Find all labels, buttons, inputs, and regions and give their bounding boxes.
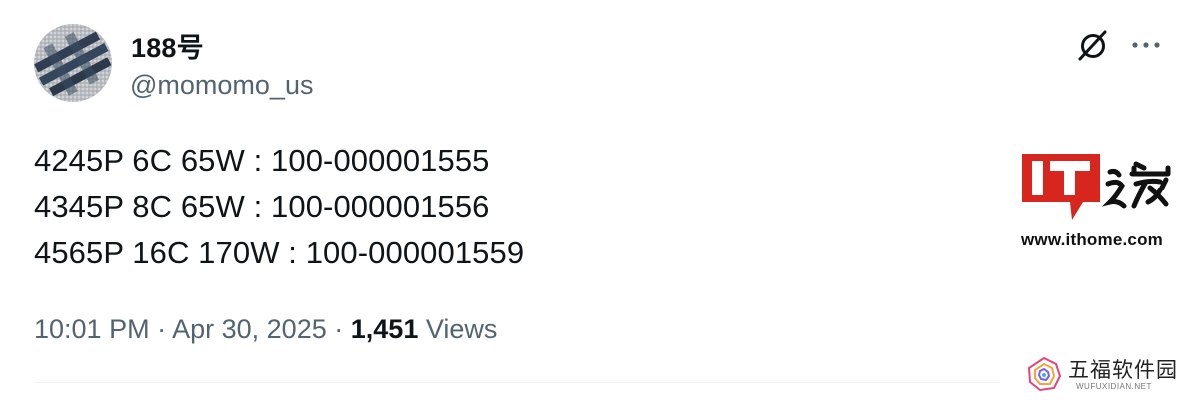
views-count[interactable]: 1,451 xyxy=(351,314,419,344)
more-dots-icon xyxy=(1132,42,1160,48)
wufu-site-domain: WUFUXIDIAN.NET xyxy=(1076,382,1152,391)
tweet-text: 4245P 6C 65W : 100-000001555 4345P 8C 65… xyxy=(34,138,524,276)
avatar[interactable] xyxy=(34,24,112,102)
grok-slash-circle-icon xyxy=(1078,30,1107,61)
tweet-line: 4565P 16C 170W : 100-000001559 xyxy=(34,235,525,270)
tweet-time[interactable]: 10:01 PM xyxy=(34,314,150,344)
wufu-site-name: 五福软件园 xyxy=(1068,358,1178,382)
more-options-button[interactable] xyxy=(1126,26,1166,64)
ithome-url: www.ithome.com xyxy=(1021,230,1163,249)
wufu-logo-icon xyxy=(1026,356,1062,392)
display-name[interactable]: 188号 xyxy=(131,26,204,65)
ithome-logo xyxy=(1020,150,1185,226)
divider xyxy=(34,382,1000,383)
tweet-meta: 10:01 PM · Apr 30, 2025 · 1,451 Views xyxy=(34,314,497,345)
tweet-line: 4245P 6C 65W : 100-000001555 xyxy=(34,143,490,178)
meta-separator: · xyxy=(334,314,344,344)
user-handle[interactable]: @momomo_us xyxy=(130,70,313,101)
tweet-date[interactable]: Apr 30, 2025 xyxy=(172,314,327,344)
meta-separator: · xyxy=(157,314,167,344)
grok-button[interactable] xyxy=(1074,26,1112,64)
views-label[interactable]: Views xyxy=(426,314,498,344)
tweet-line: 4345P 8C 65W : 100-000001556 xyxy=(34,189,490,224)
